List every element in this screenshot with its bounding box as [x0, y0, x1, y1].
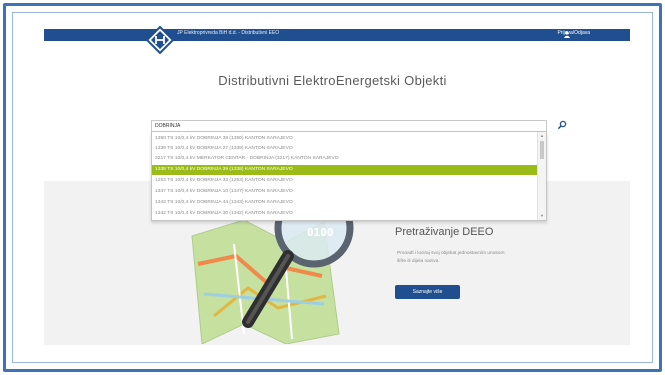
top-navbar: JP Elektroprivreda BiH d.d. - Distributi… — [44, 29, 630, 41]
page-title: Distributivni ElektroEnergetski Objekti — [218, 73, 447, 88]
dropdown-item[interactable]: 1350 TS 10/0,4 kV DOBRINJA 38 (1350) KAN… — [152, 134, 537, 144]
hero-title: Pretraživanje DEEO — [395, 226, 494, 238]
company-name: JP Elektroprivreda BiH d.d. - Distributi… — [177, 30, 280, 36]
scroll-down-icon[interactable]: ▼ — [540, 214, 544, 218]
dropdown-item[interactable]: 1342 TS 10/0,4 kV DOBRINJA 30 (1342) KAN… — [152, 209, 537, 219]
dropdown-item[interactable]: 1347 TS 10/0,4 kV DOBRINJA 10 (1347) KAN… — [152, 187, 537, 197]
company-logo[interactable] — [146, 26, 174, 54]
hero-description: Pronađi i locirај svoj objekat jednostav… — [397, 251, 505, 264]
scrollbar-thumb[interactable] — [540, 141, 544, 159]
dropdown-scrollbar[interactable]: ▲ ▼ — [537, 132, 546, 220]
dropdown-item[interactable]: 1339 TS 10/0,4 kV DOBRINJA 27 (1339) KAN… — [152, 144, 537, 154]
scroll-up-icon[interactable]: ▲ — [540, 134, 544, 138]
dropdown-item[interactable]: 1343 TS 10/0,4 kV DOBRINJA 44 (1343) KAN… — [152, 198, 537, 208]
dropdown-item-selected[interactable]: 1338 TS 10/0,4 kV DOBRINJA 39 (1338) KAN… — [152, 165, 537, 175]
search-icon[interactable] — [557, 120, 567, 130]
autocomplete-dropdown: 1350 TS 10/0,4 kV DOBRINJA 38 (1350) KAN… — [151, 131, 547, 221]
learn-more-button[interactable]: Saznajte više — [395, 285, 460, 299]
dropdown-item[interactable]: 1253 TS 10/0,4 kV DOBRINJA 33 (1253) KAN… — [152, 176, 537, 186]
login-link[interactable]: Prijava/Odjava — [557, 30, 590, 36]
map-binary-text-2: 0100 — [307, 226, 334, 239]
dropdown-item[interactable]: 3217 TS 10/0,4 kV MERKATOR CENTAR - DOBR… — [152, 154, 537, 164]
